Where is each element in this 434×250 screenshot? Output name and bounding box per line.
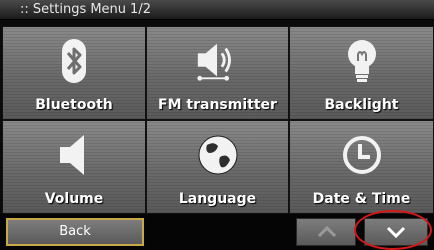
chevron-up-icon [317, 225, 337, 238]
bluetooth-icon [50, 37, 98, 85]
tile-fm-transmitter[interactable]: FM transmitter [146, 26, 289, 120]
light-bulb-icon [338, 37, 386, 85]
tile-label: FM transmitter [158, 97, 277, 113]
globe-icon [194, 131, 242, 179]
page-title: :: Settings Menu [20, 2, 127, 17]
settings-grid: Bluetooth FM transmitter Backlight Volum… [2, 26, 434, 214]
tile-date-time[interactable]: Date & Time [289, 120, 434, 214]
page-up-button[interactable] [296, 218, 356, 246]
page-indicator: 1/2 [130, 2, 151, 17]
tile-volume[interactable]: Volume [2, 120, 146, 214]
clock-icon [338, 131, 386, 179]
tile-language[interactable]: Language [146, 120, 289, 214]
title-bar: :: Settings Menu 1/2 [0, 0, 434, 20]
tile-backlight[interactable]: Backlight [289, 26, 434, 120]
speaker-icon [194, 37, 242, 85]
tile-label: Language [178, 191, 257, 207]
tile-label: Backlight [324, 97, 399, 113]
tile-bluetooth[interactable]: Bluetooth [2, 26, 146, 120]
volume-icon [50, 131, 98, 179]
back-button[interactable]: Back [6, 218, 144, 246]
page-down-button[interactable] [364, 218, 428, 246]
tile-label: Bluetooth [35, 97, 113, 113]
tile-label: Volume [44, 191, 104, 207]
chevron-down-icon [386, 226, 406, 239]
tile-label: Date & Time [312, 191, 411, 207]
bottom-bar: Back [0, 214, 434, 250]
